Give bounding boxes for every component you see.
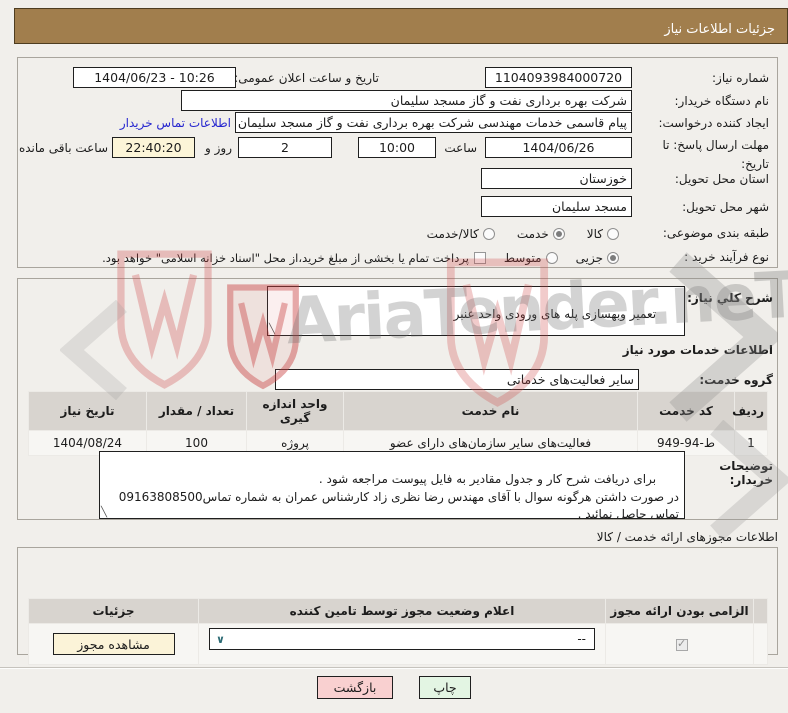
radio-service-icon[interactable] bbox=[552, 228, 565, 240]
radio-goods-service-icon[interactable] bbox=[482, 228, 495, 240]
col-service-code: کد خدمت bbox=[637, 391, 735, 431]
need-info-groupbox: شماره نیاز: 1104093984000720 تاریخ و ساع… bbox=[17, 57, 778, 268]
announce-datetime-field[interactable]: 1404/06/23 - 10:26 bbox=[73, 67, 236, 88]
col-details: جزئیات bbox=[28, 598, 199, 624]
service-group-field[interactable]: سایر فعالیت‌های خدماتی bbox=[275, 369, 639, 390]
service-group-label: گروه خدمت: bbox=[699, 373, 773, 387]
buyer-contact-link[interactable]: اطلاعات تماس خریدار bbox=[120, 116, 231, 130]
process-type-label: نوع فرآیند خرید : bbox=[684, 250, 769, 264]
col-quantity: تعداد / مقدار bbox=[146, 391, 247, 431]
treasury-checkbox[interactable] bbox=[473, 252, 486, 264]
cell-license-status: -- ∨ bbox=[198, 623, 606, 665]
remaining-label: ساعت باقی مانده bbox=[18, 141, 108, 155]
radio-medium-icon[interactable] bbox=[545, 252, 558, 264]
buyer-org-field[interactable]: شرکت بهره برداری نفت و گاز مسجد سلیمان bbox=[181, 90, 632, 111]
days-and-label: روز و bbox=[205, 141, 232, 155]
cell-row-number: 1 bbox=[734, 430, 768, 456]
licenses-table-row: ✓ -- ∨ مشاهده مجوز bbox=[28, 623, 768, 665]
days-remaining-field[interactable]: 2 bbox=[238, 137, 332, 158]
buyer-notes-textarea[interactable]: برای دریافت شرح کار و جدول مقادیر به فای… bbox=[99, 451, 685, 519]
treasury-option[interactable]: پرداخت تمام یا بخشی از مبلغ خرید،از محل … bbox=[102, 250, 486, 265]
license-status-select[interactable]: -- ∨ bbox=[209, 628, 595, 650]
deadline-time-field[interactable]: 10:00 bbox=[358, 137, 436, 158]
category-option-goods[interactable]: کالا bbox=[587, 226, 619, 241]
footer-divider bbox=[0, 667, 788, 669]
announce-datetime-label: تاریخ و ساعت اعلان عمومی: bbox=[234, 71, 379, 85]
process-option-medium[interactable]: متوسط bbox=[504, 250, 558, 265]
footer-buttons: چاپ بازگشت bbox=[0, 676, 788, 699]
licenses-table: الزامی بودن ارائه مجوز اعلام وضعیت مجوز … bbox=[28, 598, 768, 665]
resize-handle-icon[interactable]: ╲ bbox=[101, 506, 107, 519]
buyer-notes-label: توضیحات خریدار: bbox=[719, 459, 773, 487]
services-groupbox: شرح کلي نیاز: تعمیر وبهسازی پله های ورود… bbox=[17, 278, 778, 520]
category-label: طبقه بندی موضوعی: bbox=[662, 226, 769, 240]
category-option-goods-service[interactable]: کالا/خدمت bbox=[427, 226, 495, 241]
col-license-status: اعلام وضعیت مجوز توسط تامین کننده bbox=[198, 598, 606, 624]
dropdown-arrow-icon: ∨ bbox=[216, 632, 225, 646]
col-spacer bbox=[753, 598, 768, 624]
province-field[interactable]: خوزستان bbox=[481, 168, 632, 189]
need-desc-textarea[interactable]: تعمیر وبهسازی پله های ورودی واحد عنبر ╲ bbox=[267, 286, 685, 336]
cell-details: مشاهده مجوز bbox=[28, 623, 199, 665]
need-number-field[interactable]: 1104093984000720 bbox=[485, 67, 632, 88]
license-required-checkbox[interactable]: ✓ bbox=[676, 636, 688, 651]
buyer-org-label: نام دستگاه خریدار: bbox=[674, 94, 770, 108]
process-type-options: جزیی متوسط پرداخت تمام یا بخشی از مبلغ خ… bbox=[102, 250, 619, 265]
licenses-table-header-row: الزامی بودن ارائه مجوز اعلام وضعیت مجوز … bbox=[28, 598, 768, 624]
creator-field[interactable]: پیام قاسمی خدمات مهندسی شرکت بهره برداری… bbox=[235, 112, 632, 133]
title-bar: جزئیات اطلاعات نیاز bbox=[14, 8, 788, 44]
creator-label: ایجاد کننده درخواست: bbox=[658, 116, 769, 130]
time-remaining-field[interactable]: 22:40:20 bbox=[112, 137, 195, 158]
view-license-button[interactable]: مشاهده مجوز bbox=[52, 633, 175, 655]
page-title: جزئیات اطلاعات نیاز bbox=[664, 22, 775, 37]
category-options: کالا خدمت کالا/خدمت bbox=[427, 226, 619, 241]
deadline-label: مهلت ارسال پاسخ: تا تاریخ: bbox=[662, 138, 769, 171]
col-need-date: تاریخ نیاز bbox=[28, 391, 147, 431]
services-table-header-row: ردیف کد خدمت نام خدمت واحد اندازه گیری ت… bbox=[28, 391, 768, 431]
need-desc-label: شرح کلي نیاز: bbox=[687, 291, 773, 305]
col-unit: واحد اندازه گیری bbox=[246, 391, 344, 431]
print-button[interactable]: چاپ bbox=[419, 676, 471, 699]
licenses-groupbox: الزامی بودن ارائه مجوز اعلام وضعیت مجوز … bbox=[17, 547, 778, 665]
deadline-date-field[interactable]: 1404/06/26 bbox=[485, 137, 632, 158]
checkmark-icon: ✓ bbox=[677, 636, 687, 650]
services-table: ردیف کد خدمت نام خدمت واحد اندازه گیری ت… bbox=[28, 391, 768, 456]
radio-minor-icon[interactable] bbox=[607, 252, 619, 264]
licenses-section-title: اطلاعات مجوزهای ارائه خدمت / کالا bbox=[596, 530, 778, 544]
cell-spacer bbox=[753, 623, 768, 665]
deadline-hour-label: ساعت bbox=[444, 141, 477, 155]
services-section-title: اطلاعات خدمات مورد نیاز bbox=[622, 343, 773, 357]
col-license-required: الزامی بودن ارائه مجوز bbox=[605, 598, 754, 624]
city-label: شهر محل تحویل: bbox=[682, 200, 769, 214]
need-number-label: شماره نیاز: bbox=[712, 71, 769, 85]
col-service-name: نام خدمت bbox=[343, 391, 638, 431]
resize-handle-icon[interactable]: ╲ bbox=[269, 323, 275, 336]
city-field[interactable]: مسجد سلیمان bbox=[481, 196, 632, 217]
category-option-service[interactable]: خدمت bbox=[517, 226, 565, 241]
process-option-minor[interactable]: جزیی bbox=[576, 250, 619, 265]
province-label: استان محل تحویل: bbox=[674, 172, 769, 186]
col-row-number: ردیف bbox=[732, 391, 768, 431]
radio-goods-icon[interactable] bbox=[607, 228, 619, 240]
cell-license-required: ✓ bbox=[605, 623, 754, 665]
need-details-page: جزئیات اطلاعات نیاز شماره نیاز: 11040939… bbox=[0, 0, 788, 713]
back-button[interactable]: بازگشت bbox=[317, 676, 393, 699]
